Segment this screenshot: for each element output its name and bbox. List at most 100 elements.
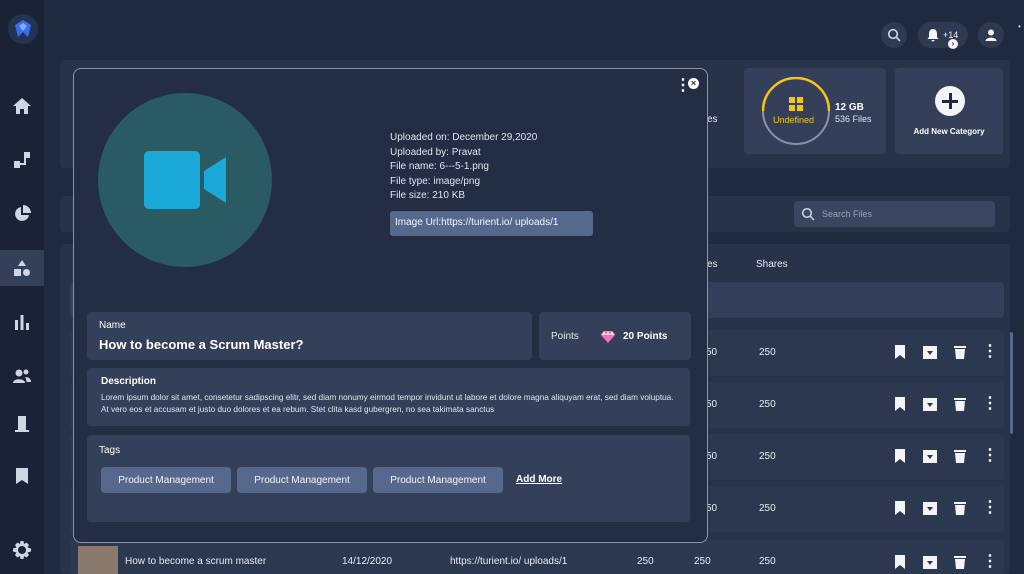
bookmark-star-icon	[16, 468, 28, 484]
video-camera-icon	[144, 151, 226, 209]
row-value-1: 250	[637, 556, 654, 567]
bookmark-icon[interactable]	[892, 344, 908, 360]
bar-chart-icon	[15, 315, 29, 330]
bookmark-icon[interactable]	[892, 396, 908, 412]
more-icon[interactable]: ⋮	[982, 554, 998, 570]
more-icon[interactable]: ⋮	[982, 344, 998, 360]
table-header-fragment: es	[707, 259, 718, 270]
trash-icon[interactable]	[952, 500, 968, 516]
archive-icon[interactable]	[922, 448, 938, 464]
nav-bookmarks[interactable]	[0, 458, 44, 494]
row-url: https://turient.io/ uploads/1	[450, 556, 568, 567]
file-size: File size: 210 KB	[390, 190, 466, 201]
nav-home[interactable]	[0, 88, 44, 124]
name-label: Name	[99, 320, 126, 331]
nav-routes[interactable]	[0, 142, 44, 178]
row-actions: ⋮	[892, 554, 998, 570]
file-preview	[98, 93, 272, 267]
nav-settings[interactable]	[0, 532, 44, 568]
gear-icon	[13, 541, 31, 559]
tag-chip[interactable]: Product Management	[101, 467, 231, 493]
row-actions: ⋮	[892, 500, 998, 516]
logo-icon	[15, 20, 31, 37]
row-value-2: 250	[694, 556, 711, 567]
uploaded-by: Uploaded by: Pravat	[390, 146, 481, 158]
file-name: File name: 6---5-1.png	[390, 161, 489, 172]
close-icon[interactable]: ×	[688, 78, 699, 89]
add-category-card[interactable]: Add New Category	[895, 68, 1003, 154]
more-icon[interactable]: ⋮	[982, 448, 998, 464]
tag-chip[interactable]: Product Management	[373, 467, 503, 493]
nav-analytics[interactable]	[0, 196, 44, 232]
routes-icon	[14, 152, 30, 168]
nav-categories[interactable]	[0, 250, 44, 286]
trash-icon[interactable]	[952, 396, 968, 412]
row-value-3: 250	[759, 556, 776, 567]
row-actions: ⋮	[892, 448, 998, 464]
row-actions: ⋮	[892, 396, 998, 412]
archive-icon[interactable]	[922, 344, 938, 360]
grid-icon	[789, 97, 803, 111]
image-url-field[interactable]: Image Url:https://turient.io/ uploads/1	[390, 211, 593, 236]
search-button[interactable]	[881, 22, 907, 48]
nav-institution[interactable]	[0, 406, 44, 442]
points-label: Points	[551, 331, 579, 342]
uploaded-on: Uploaded on: December 29,2020	[390, 132, 538, 143]
search-input-icon	[801, 207, 815, 221]
storage-label: Undefined	[773, 115, 815, 125]
name-value[interactable]: How to become a Scrum Master?	[99, 337, 303, 352]
add-category-label: Add New Category	[913, 127, 985, 136]
description-text[interactable]: Lorem ipsum dolor sit amet, consetetur s…	[101, 392, 681, 416]
trash-icon[interactable]	[952, 554, 968, 570]
search-placeholder: Search Files	[822, 209, 873, 219]
row-value-2: 250	[759, 451, 776, 462]
chevron-right-icon: ›	[948, 39, 958, 49]
file-info: Uploaded on: December 29,2020 Uploaded b…	[390, 131, 537, 204]
bookmark-icon[interactable]	[892, 500, 908, 516]
search-input[interactable]: Search Files	[794, 201, 995, 227]
table-row[interactable]: How to become a scrum master 14/12/2020 …	[70, 540, 1004, 574]
nav-reports[interactable]	[0, 304, 44, 340]
archive-icon[interactable]	[922, 396, 938, 412]
row-actions: ⋮	[892, 344, 998, 360]
bookmark-icon[interactable]	[892, 554, 908, 570]
row-title: How to become a scrum master	[125, 556, 267, 567]
user-icon	[985, 29, 997, 41]
points-panel: Points 20 Points	[539, 312, 691, 360]
name-panel: Name How to become a Scrum Master?	[87, 312, 532, 360]
users-icon	[13, 369, 31, 383]
storage-card[interactable]: Undefined 12 GB 536 Files	[744, 68, 886, 154]
profile-button[interactable]	[978, 22, 1004, 48]
storage-files: 536 Files	[835, 114, 872, 124]
shapes-icon	[14, 260, 30, 276]
overflow-icon: •	[1018, 22, 1021, 31]
notifications-button[interactable]: +14 ›	[918, 22, 968, 49]
nav-users[interactable]	[0, 358, 44, 394]
pie-icon	[15, 205, 31, 221]
more-icon[interactable]: ⋮	[982, 396, 998, 412]
shares-header: Shares	[756, 259, 788, 270]
file-type: File type: image/png	[390, 175, 481, 187]
gem-icon	[601, 331, 615, 343]
bookmark-icon[interactable]	[892, 448, 908, 464]
tag-chip[interactable]: Product Management	[237, 467, 367, 493]
building-icon	[15, 416, 29, 432]
description-panel: Description Lorem ipsum dolor sit amet, …	[87, 368, 690, 426]
row-value-2: 250	[759, 503, 776, 514]
bell-icon	[927, 29, 939, 42]
row-value-2: 250	[759, 347, 776, 358]
description-label: Description	[101, 376, 157, 387]
add-more-link[interactable]: Add More	[516, 474, 562, 485]
app-logo[interactable]	[8, 14, 38, 44]
category-files-fragment: es	[707, 114, 718, 125]
trash-icon[interactable]	[952, 344, 968, 360]
storage-size: 12 GB	[835, 102, 864, 113]
points-value: 20 Points	[623, 331, 668, 342]
archive-icon[interactable]	[922, 500, 938, 516]
plus-icon	[935, 86, 965, 116]
archive-icon[interactable]	[922, 554, 938, 570]
trash-icon[interactable]	[952, 448, 968, 464]
sidebar	[0, 0, 44, 574]
scrollbar[interactable]	[1010, 332, 1013, 434]
more-icon[interactable]: ⋮	[982, 500, 998, 516]
